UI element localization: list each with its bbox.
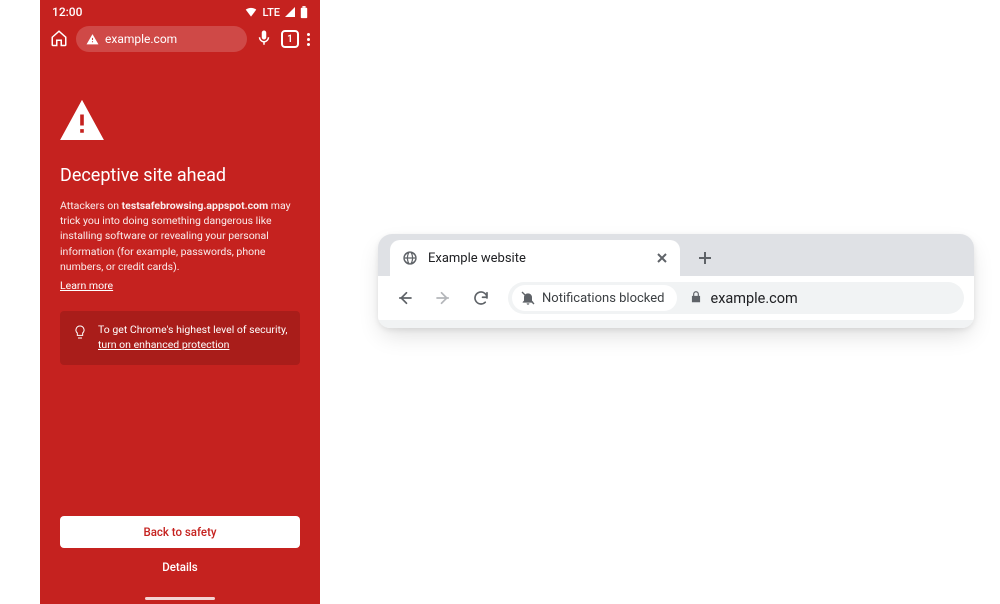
toolbar-separator — [378, 320, 974, 328]
status-right: LTE — [244, 5, 308, 19]
home-icon[interactable] — [50, 29, 68, 50]
tab-count: 1 — [287, 34, 293, 45]
browser-tab[interactable]: Example website — [390, 240, 680, 276]
back-button[interactable] — [388, 281, 422, 315]
browser-toolbar: Notifications blocked example.com — [378, 276, 974, 320]
tab-strip: Example website — [378, 234, 974, 276]
status-bar: 12:00 LTE — [40, 0, 320, 22]
status-network: LTE — [262, 6, 280, 19]
tip-line1: To get Chrome's highest level of securit… — [98, 323, 287, 336]
reload-icon — [472, 289, 490, 307]
warning-description: Attackers on testsafebrowsing.appspot.co… — [60, 198, 300, 293]
battery-icon — [300, 6, 308, 19]
warning-content: Deceptive site ahead Attackers on testsa… — [40, 60, 320, 365]
bottom-buttons: Back to safety Details — [60, 516, 300, 574]
warning-triangle-icon — [60, 100, 300, 143]
forward-button[interactable] — [426, 281, 460, 315]
tip-text: To get Chrome's highest level of securit… — [98, 323, 288, 352]
lock-icon[interactable] — [689, 289, 711, 308]
globe-icon — [402, 250, 418, 266]
desktop-url-text: example.com — [711, 290, 798, 307]
close-icon — [656, 252, 668, 264]
chip-label: Notifications blocked — [542, 291, 665, 306]
desc-prefix: Attackers on — [60, 199, 122, 212]
enhanced-protection-link[interactable]: turn on enhanced protection — [98, 338, 229, 351]
lightbulb-icon — [72, 324, 88, 340]
reload-button[interactable] — [464, 281, 498, 315]
notifications-blocked-chip[interactable]: Notifications blocked — [512, 285, 677, 311]
mobile-chrome-warning-screenshot: 12:00 LTE example.com 1 Deceptive site a… — [40, 0, 320, 604]
desktop-omnibox[interactable]: Notifications blocked example.com — [508, 282, 964, 314]
arrow-right-icon — [434, 289, 452, 307]
plus-icon — [698, 251, 712, 265]
tab-close-button[interactable] — [654, 250, 670, 266]
desktop-chrome-frame: Example website Notifications blocked — [378, 234, 974, 328]
mobile-toolbar: example.com 1 — [40, 22, 320, 60]
signal-icon — [284, 6, 296, 18]
new-tab-button[interactable] — [690, 243, 720, 273]
bell-off-icon — [520, 290, 536, 306]
tab-switcher-button[interactable]: 1 — [281, 30, 299, 48]
mobile-url-text: example.com — [105, 32, 177, 46]
warning-small-icon — [86, 33, 99, 46]
arrow-left-icon — [396, 289, 414, 307]
tab-title: Example website — [428, 251, 644, 266]
enhanced-protection-tip: To get Chrome's highest level of securit… — [60, 311, 300, 364]
wifi-icon — [244, 5, 258, 19]
gesture-handle — [145, 597, 215, 600]
desc-hostname: testsafebrowsing.appspot.com — [122, 199, 269, 212]
details-button[interactable]: Details — [60, 548, 300, 574]
back-to-safety-button[interactable]: Back to safety — [60, 516, 300, 548]
mobile-omnibox[interactable]: example.com — [76, 26, 247, 52]
learn-more-link[interactable]: Learn more — [60, 278, 113, 293]
status-time: 12:00 — [52, 5, 82, 19]
mic-icon[interactable] — [255, 29, 273, 50]
warning-heading: Deceptive site ahead — [60, 165, 300, 186]
overflow-menu-icon[interactable] — [307, 33, 310, 46]
